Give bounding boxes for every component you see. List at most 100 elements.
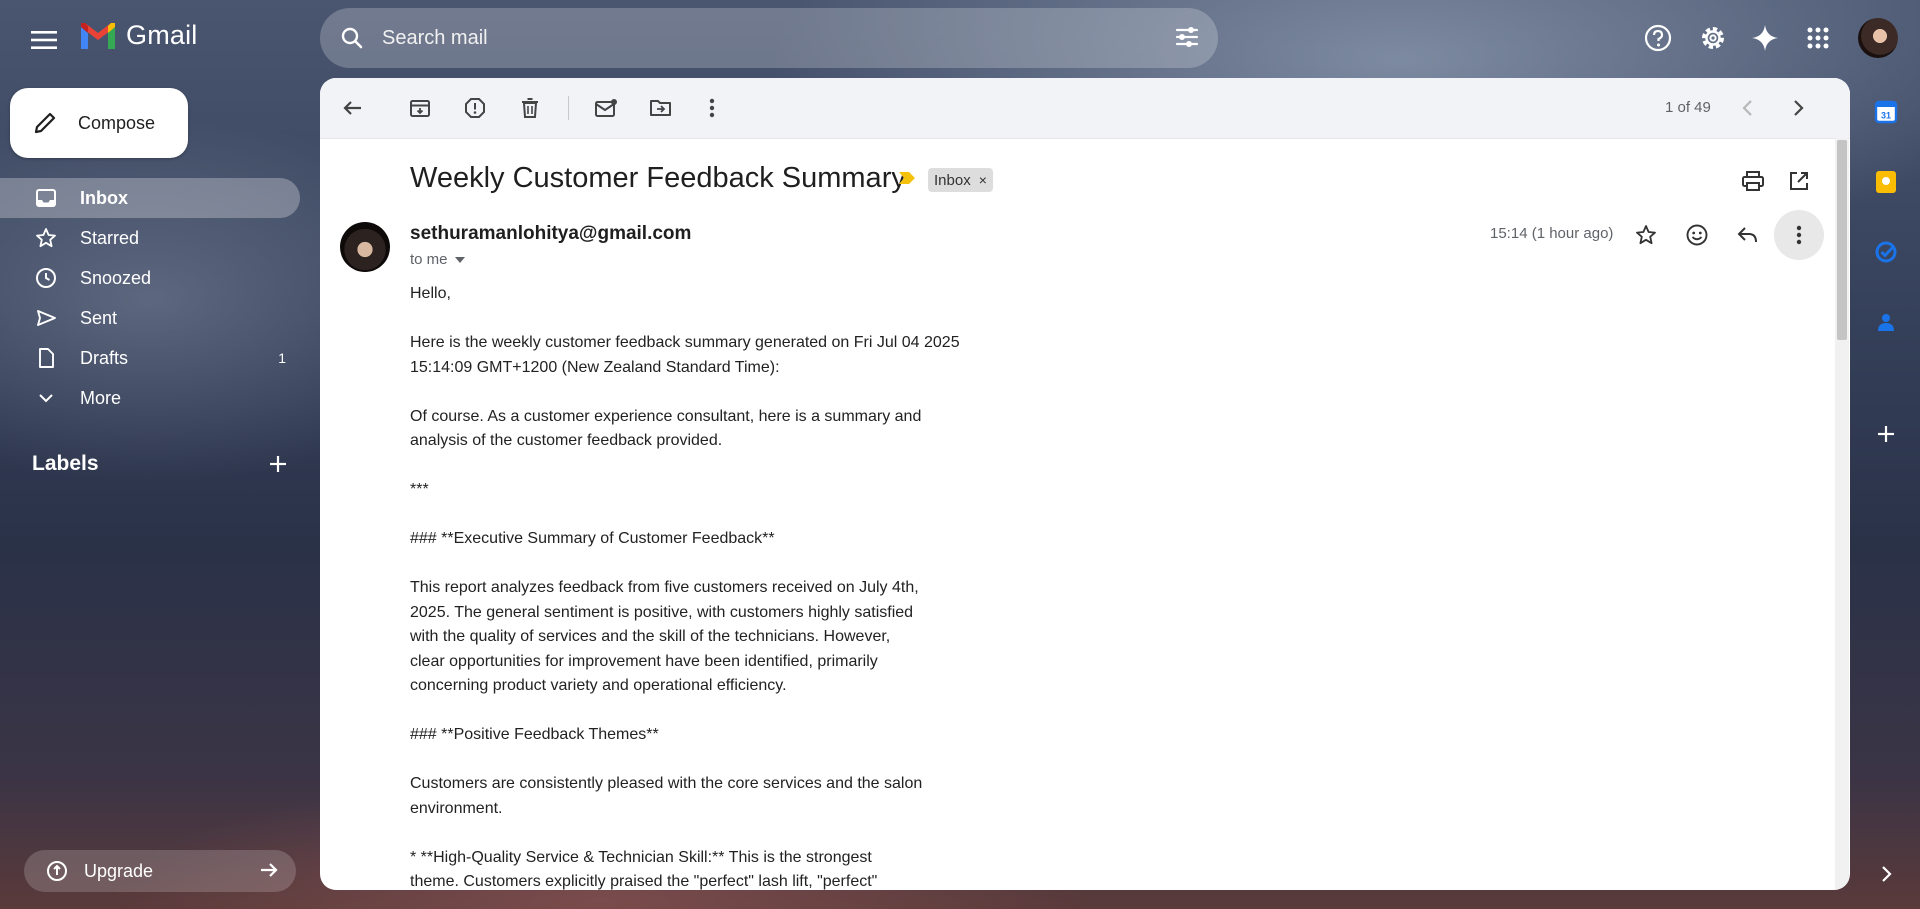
reply-icon	[1737, 227, 1757, 243]
info-icon	[47, 861, 67, 881]
keep-icon	[1876, 171, 1896, 193]
arrow-left-icon	[343, 101, 361, 115]
arrow-right-icon	[261, 863, 278, 877]
remove-label-button[interactable]: ×	[979, 172, 987, 188]
sender-email[interactable]: sethuramanlohitya@gmail.com	[410, 223, 691, 245]
print-button[interactable]	[1740, 168, 1766, 194]
pencil-icon	[34, 112, 56, 134]
settings-button[interactable]	[1695, 20, 1731, 56]
sidebar-item-label: Sent	[80, 307, 118, 328]
body-paragraph: * **High-Quality Service & Technician Sk…	[410, 848, 878, 891]
sidebar-item-sent[interactable]: Sent	[0, 298, 300, 338]
older-button[interactable]	[1784, 94, 1812, 122]
caret-down-icon	[454, 256, 465, 263]
more-vert-icon	[709, 98, 715, 118]
chevron-down-icon	[34, 386, 58, 410]
more-actions-button[interactable]	[698, 94, 726, 122]
plus-icon	[1878, 426, 1894, 442]
sender-avatar[interactable]	[340, 222, 390, 272]
body-paragraph: ### **Positive Feedback Themes**	[410, 726, 659, 743]
label-chip-text: Inbox	[934, 171, 971, 189]
gemini-button[interactable]	[1747, 20, 1783, 56]
body-paragraph: ***	[410, 481, 429, 498]
search-options-icon[interactable]	[1174, 24, 1200, 50]
chevron-right-icon	[1882, 866, 1892, 882]
body-paragraph: Customers are consistently pleased with …	[410, 775, 923, 817]
account-avatar[interactable]	[1858, 18, 1898, 58]
recipient-details-toggle[interactable]: to me	[410, 251, 466, 268]
sidebar-item-label: Inbox	[80, 187, 128, 208]
folder-move-icon	[650, 100, 671, 116]
compose-label: Compose	[78, 112, 156, 133]
email-subject: Weekly Customer Feedback Summary	[410, 162, 906, 194]
sidebar-nav: Inbox Starred Snoozed Sent Drafts 1 More	[0, 178, 300, 418]
move-to-button[interactable]	[647, 94, 675, 122]
sidebar-item-more[interactable]: More	[0, 378, 300, 418]
contacts-icon	[1878, 314, 1894, 331]
get-addons-button[interactable]	[1870, 418, 1902, 450]
sidebar-item-inbox[interactable]: Inbox	[0, 178, 300, 218]
report-spam-button[interactable]	[461, 94, 489, 122]
keep-app-button[interactable]	[1870, 166, 1902, 198]
sparkle-icon	[1752, 25, 1778, 51]
open-new-window-button[interactable]	[1786, 168, 1812, 194]
importance-marker-icon[interactable]	[898, 171, 916, 185]
menu-icon	[31, 31, 57, 49]
sidebar-item-starred[interactable]: Starred	[0, 218, 300, 258]
main-menu-button[interactable]	[26, 22, 62, 58]
print-icon	[1742, 171, 1764, 191]
labels-heading: Labels	[32, 452, 99, 475]
reply-button[interactable]	[1731, 219, 1763, 251]
report-icon	[465, 98, 485, 118]
support-button[interactable]	[1640, 20, 1676, 56]
tasks-app-button[interactable]	[1870, 236, 1902, 268]
message-panel: 1 of 49 Weekly Customer Feedback Summary…	[320, 78, 1850, 890]
inbox-label-chip: Inbox ×	[928, 168, 993, 192]
upgrade-label: Upgrade	[84, 860, 154, 881]
apps-button[interactable]	[1800, 20, 1836, 56]
more-vert-icon	[1796, 225, 1802, 245]
contacts-app-button[interactable]	[1870, 306, 1902, 338]
draft-icon	[34, 346, 58, 370]
help-icon	[1644, 24, 1672, 52]
back-button[interactable]	[338, 94, 366, 122]
star-button[interactable]	[1630, 219, 1662, 251]
search-icon[interactable]	[338, 24, 366, 52]
archive-button[interactable]	[406, 94, 434, 122]
plus-icon	[270, 456, 286, 472]
body-paragraph: Hello,	[410, 285, 451, 302]
search-bar[interactable]	[320, 8, 1218, 68]
scrollbar-thumb[interactable]	[1837, 140, 1847, 340]
message-toolbar: 1 of 49	[320, 78, 1850, 139]
email-timestamp: 15:14 (1 hour ago)	[1490, 225, 1614, 242]
inbox-icon	[34, 186, 58, 210]
body-paragraph: This report analyzes feedback from five …	[410, 579, 919, 694]
emoji-icon	[1686, 224, 1708, 246]
message-more-button[interactable]	[1774, 210, 1824, 260]
show-side-panel-button[interactable]	[1870, 858, 1902, 890]
delete-button[interactable]	[516, 94, 544, 122]
gear-icon	[1702, 27, 1724, 49]
star-icon	[34, 226, 58, 250]
mark-unread-icon	[595, 99, 617, 117]
mark-unread-button[interactable]	[592, 94, 620, 122]
svg-text:31: 31	[1881, 111, 1891, 121]
gmail-m-icon	[81, 22, 115, 49]
upgrade-button[interactable]: Upgrade	[24, 850, 296, 892]
add-label-button[interactable]	[264, 450, 292, 478]
compose-button[interactable]: Compose	[10, 88, 188, 158]
sidebar-item-label: Snoozed	[80, 267, 152, 288]
calendar-app-button[interactable]: 31	[1870, 96, 1902, 128]
gmail-logo[interactable]: Gmail	[78, 20, 198, 51]
sidebar-item-drafts[interactable]: Drafts 1	[0, 338, 300, 378]
newer-button[interactable]	[1734, 94, 1762, 122]
apps-grid-icon	[1807, 27, 1829, 49]
email-body: Hello, Here is the weekly customer feedb…	[410, 282, 970, 890]
search-input[interactable]	[380, 25, 1144, 51]
sidebar-item-label: More	[80, 387, 122, 408]
chevron-left-icon	[1742, 100, 1752, 116]
send-icon	[34, 306, 58, 330]
body-paragraph: Here is the weekly customer feedback sum…	[410, 334, 960, 376]
sidebar-item-snoozed[interactable]: Snoozed	[0, 258, 300, 298]
add-reaction-button[interactable]	[1681, 219, 1713, 251]
